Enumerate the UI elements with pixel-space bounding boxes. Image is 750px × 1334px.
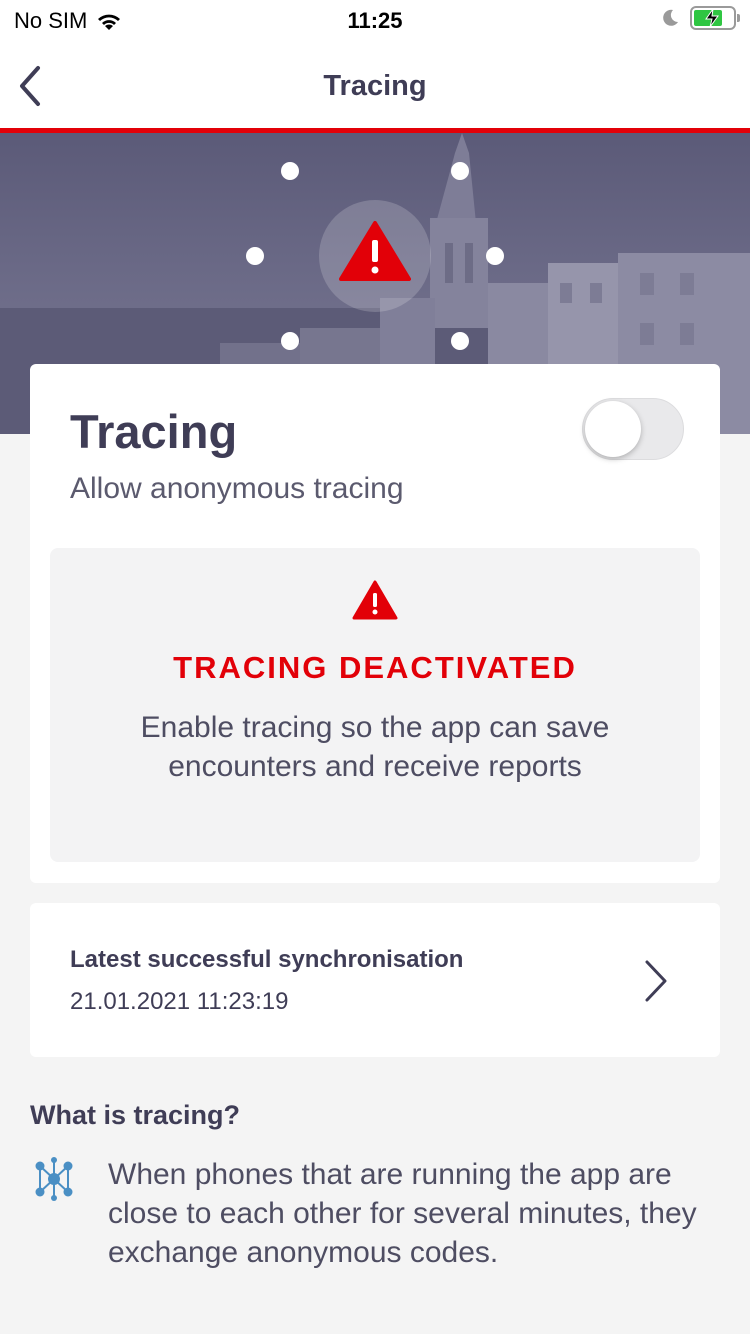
navigation-bar: Tracing: [0, 44, 750, 128]
toggle-knob: [585, 401, 641, 457]
sync-title: Latest successful synchronisation: [70, 946, 464, 973]
tracing-toggle[interactable]: [582, 398, 684, 460]
chevron-right-icon: [645, 960, 667, 1002]
tracing-status-box: TRACING DEACTIVATED Enable tracing so th…: [50, 548, 700, 862]
radar-dot: [281, 332, 299, 350]
radar-dot: [246, 247, 264, 265]
page-title: Tracing: [323, 70, 427, 102]
info-text: When phones that are running the app are…: [108, 1158, 697, 1269]
warning-icon: [352, 580, 398, 620]
sync-date: 21.01.2021 11:23:19: [70, 988, 289, 1015]
radar-dot: [451, 162, 469, 180]
tracing-subtitle: Allow anonymous tracing: [70, 472, 404, 505]
status-description: Enable tracing so the app can save encou…: [140, 711, 610, 783]
tracing-title: Tracing: [70, 405, 238, 458]
battery-icon: [690, 6, 740, 30]
radar-dot: [281, 162, 299, 180]
clock: 11:25: [347, 8, 403, 33]
status-title: TRACING DEACTIVATED: [173, 650, 577, 685]
warning-icon: [339, 221, 411, 281]
info-title: What is tracing?: [30, 1100, 241, 1130]
radar-dot: [451, 332, 469, 350]
moon-icon: [663, 9, 678, 26]
status-right: [660, 6, 740, 30]
network-icon: [35, 1157, 73, 1201]
radar-dot: [486, 247, 504, 265]
status-bar: No SIM 11:25: [0, 0, 750, 44]
sync-card[interactable]: Latest successful synchronisation 21.01.…: [30, 903, 720, 1057]
tracing-card: Tracing Allow anonymous tracing TRACING …: [30, 364, 720, 883]
